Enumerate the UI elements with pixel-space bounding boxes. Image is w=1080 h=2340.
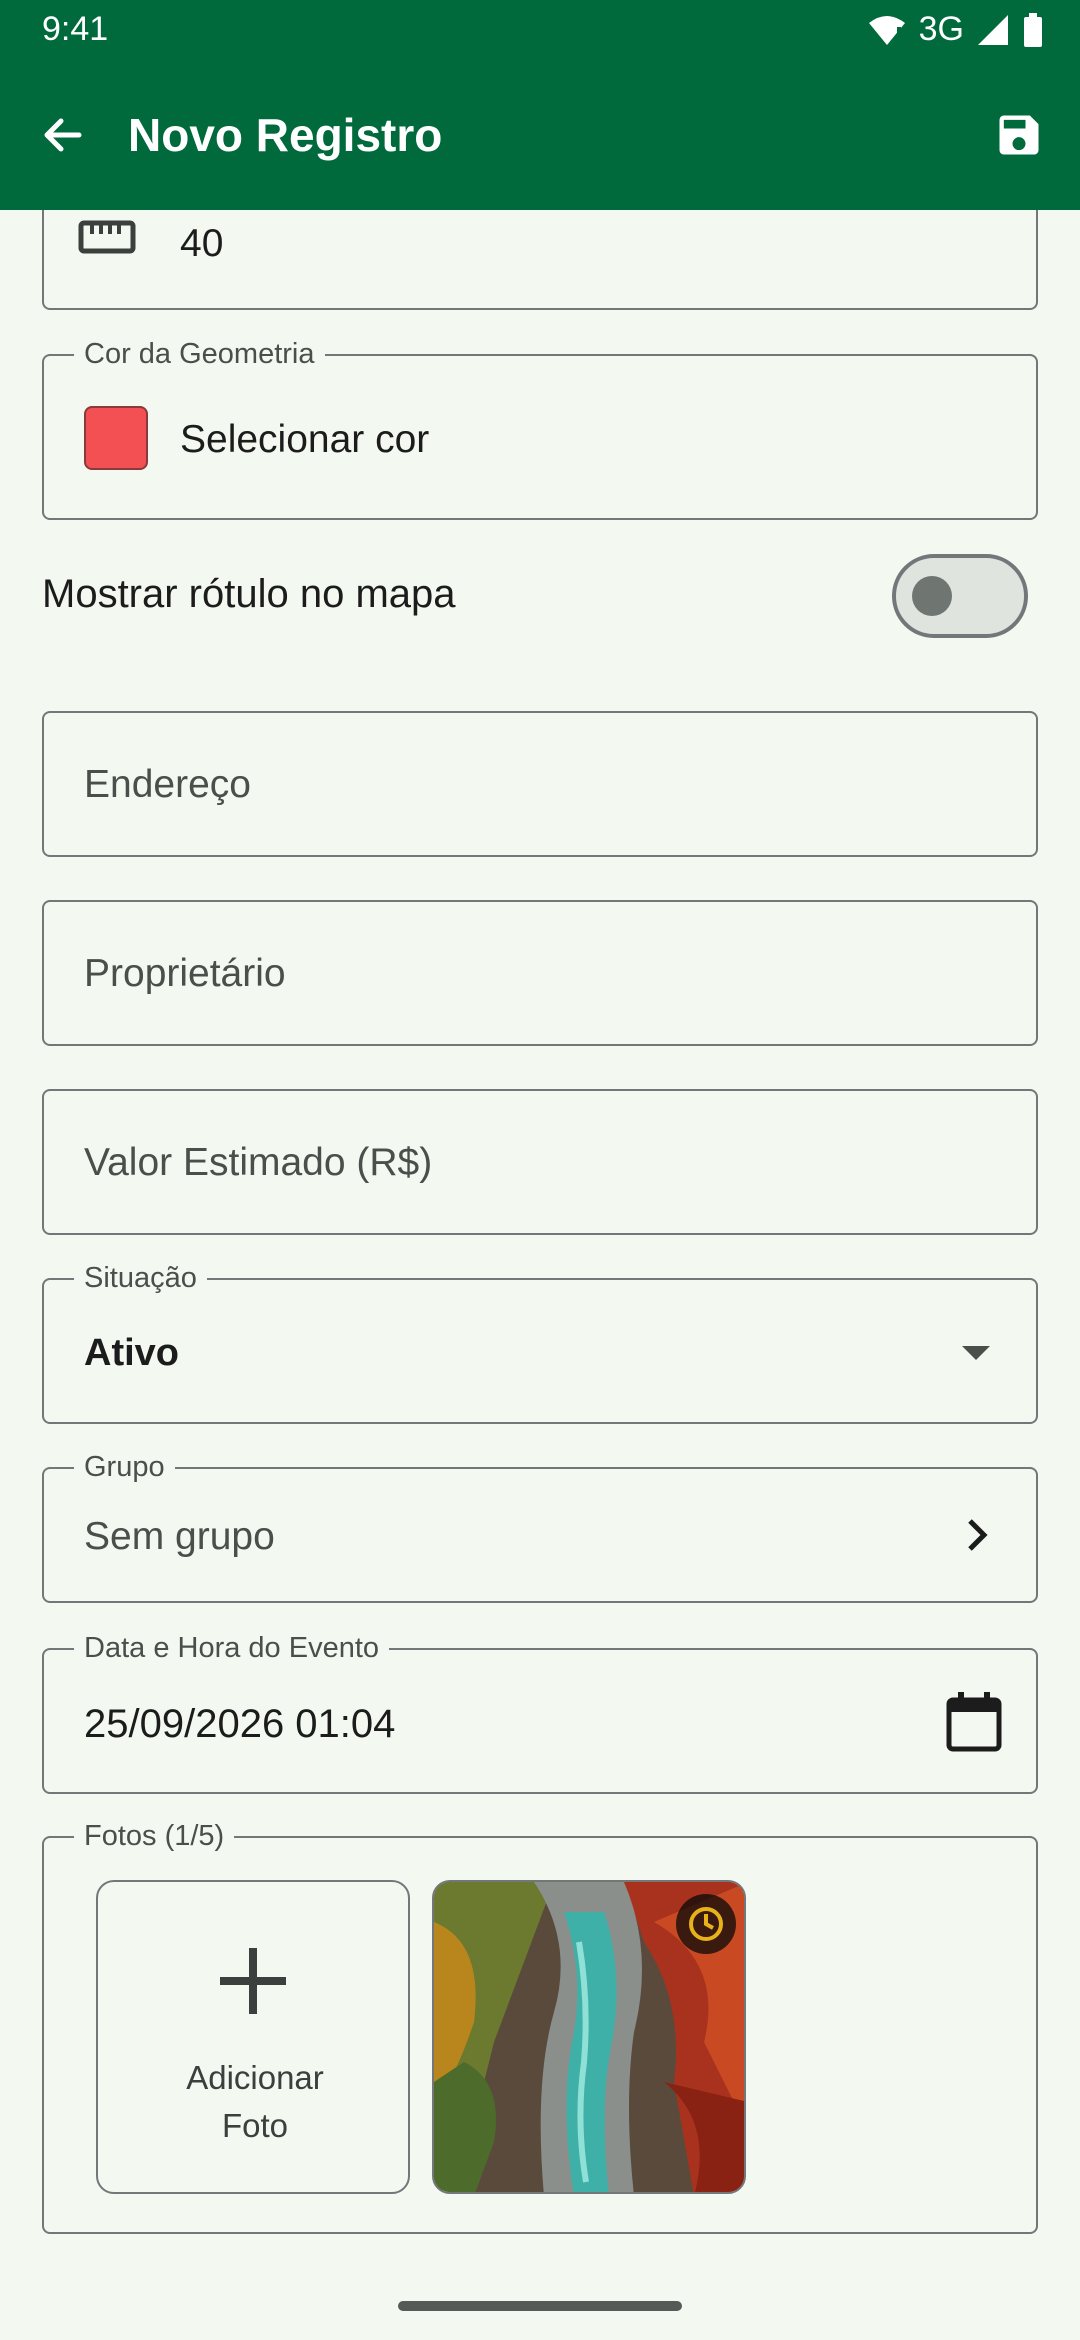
battery-icon [1022, 12, 1044, 47]
chevron-right-icon [962, 1515, 992, 1560]
ruler-icon [78, 220, 136, 259]
home-indicator[interactable] [398, 2301, 682, 2311]
status-dropdown[interactable]: Situação Ativo [42, 1262, 1038, 1424]
photos-legend: Fotos (1/5) [74, 1820, 235, 1852]
arrow-back-icon [44, 118, 82, 152]
status-value: Ativo [84, 1332, 179, 1374]
group-legend: Grupo [74, 1451, 175, 1483]
color-legend: Cor da Geometria [74, 338, 325, 370]
save-button[interactable] [984, 100, 1054, 170]
dropdown-arrow-icon [962, 1346, 990, 1360]
add-photo-button[interactable]: Adicionar Foto [96, 1880, 410, 2194]
photos-section: Fotos (1/5) Adicionar Foto [42, 1820, 1038, 2234]
add-photo-label: Adicionar Foto [186, 2059, 324, 2144]
address-field[interactable]: Endereço [42, 711, 1038, 857]
toggle-knob [912, 576, 952, 616]
status-icons: 3G [867, 10, 1044, 49]
status-time: 9:41 [42, 10, 109, 48]
color-swatch[interactable] [84, 406, 148, 470]
estimated-value-placeholder: Valor Estimado (R$) [84, 1141, 433, 1184]
group-field[interactable]: Grupo Sem grupo [42, 1451, 1038, 1603]
group-value: Sem grupo [84, 1515, 275, 1558]
app-bar: Novo Registro [0, 80, 1080, 190]
save-icon [999, 115, 1039, 155]
status-bar: 9:41 3G [0, 0, 1080, 60]
event-datetime-field[interactable]: Data e Hora do Evento 25/09/2026 01:04 [42, 1632, 1038, 1794]
owner-placeholder: Proprietário [84, 952, 286, 995]
back-button[interactable] [28, 100, 98, 170]
show-label-row: Mostrar rótulo no mapa [42, 548, 1038, 644]
show-label-toggle[interactable] [892, 554, 1028, 638]
top-app-bar: 9:41 3G Novo Registro [0, 0, 1080, 210]
clock-icon [676, 1894, 736, 1954]
page-title: Novo Registro [128, 109, 443, 161]
signal-icon [976, 13, 1010, 47]
select-color-label: Selecionar cor [180, 418, 430, 461]
calendar-icon[interactable] [946, 1692, 1002, 1757]
wifi-icon [867, 13, 907, 47]
event-datetime-value: 25/09/2026 01:04 [84, 1702, 396, 1746]
address-placeholder: Endereço [84, 763, 251, 806]
estimated-value-field[interactable]: Valor Estimado (R$) [42, 1089, 1038, 1235]
event-datetime-legend: Data e Hora do Evento [74, 1632, 390, 1664]
measure-value: 40 [180, 222, 224, 265]
show-label-text: Mostrar rótulo no mapa [42, 572, 456, 616]
plus-icon [220, 1948, 286, 2014]
color-picker-field[interactable]: Cor da Geometria Selecionar cor [42, 338, 1038, 520]
owner-field[interactable]: Proprietário [42, 900, 1038, 1046]
status-legend: Situação [74, 1262, 207, 1294]
network-type: 3G [918, 10, 964, 48]
photo-thumbnail[interactable] [432, 1880, 746, 2194]
